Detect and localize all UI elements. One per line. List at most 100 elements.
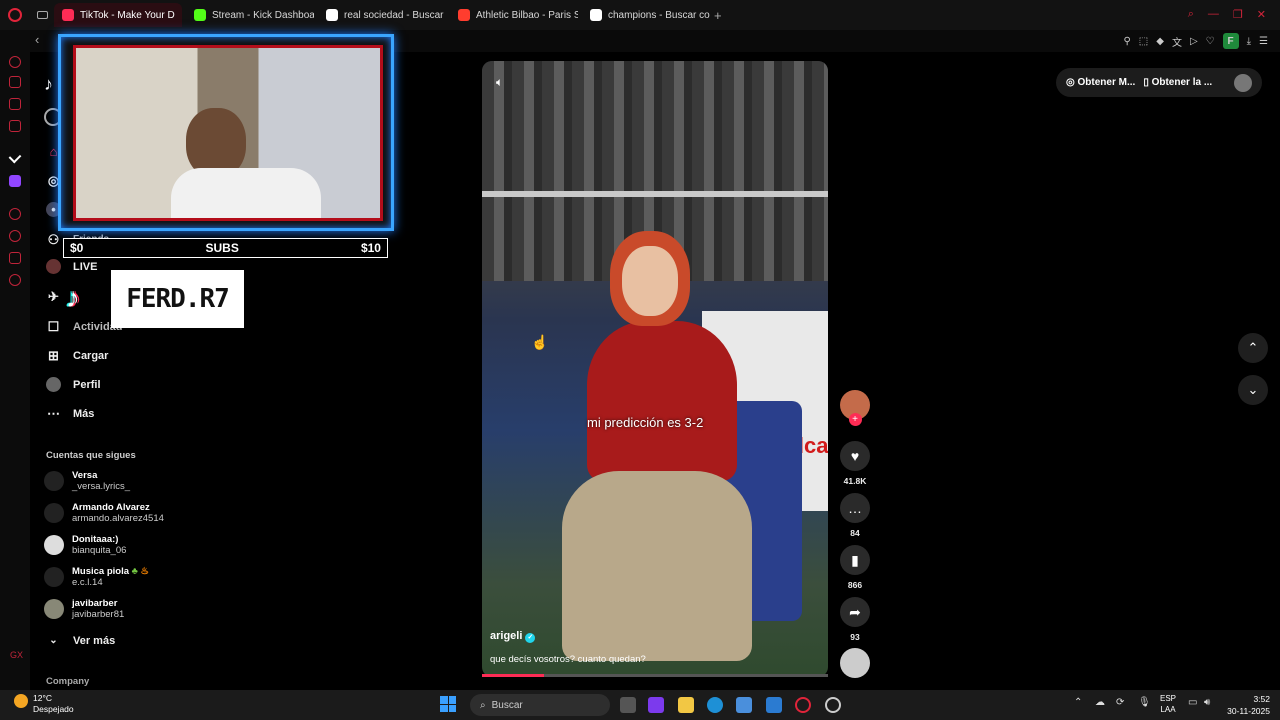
following-handle: bianquita_06 xyxy=(72,545,127,556)
play-icon[interactable]: ▷ xyxy=(1190,36,1198,47)
creator-avatar-button[interactable]: + xyxy=(840,390,870,426)
profile-avatar-f[interactable]: F xyxy=(1222,33,1239,49)
tab-favicon-icon xyxy=(326,9,338,21)
tiktok-app-icon[interactable] xyxy=(8,150,22,164)
save-button[interactable]: ▮ 866 xyxy=(840,545,870,590)
like-button[interactable]: ♥ 41.8K xyxy=(840,441,870,486)
user-avatar[interactable] xyxy=(1234,73,1252,92)
windows-start-icon[interactable] xyxy=(440,696,456,712)
microphone-icon[interactable]: 🎙︎ xyxy=(1138,697,1151,708)
fire-emoji-icon: ♨ xyxy=(140,566,150,577)
streamer-shirt xyxy=(171,168,321,218)
nav-messages[interactable]: ✈ xyxy=(46,289,61,304)
task-view-icon[interactable] xyxy=(620,697,636,713)
shield-icon[interactable]: ◆ xyxy=(1156,36,1164,47)
following-item[interactable]: javibarber javibarber81 xyxy=(44,598,124,620)
tab-favicon-icon xyxy=(62,9,74,21)
search-tabs-icon[interactable]: ⌕ xyxy=(1188,8,1194,21)
store-icon[interactable] xyxy=(736,697,752,713)
onedrive-icon[interactable]: ☁ xyxy=(1095,697,1105,708)
close-window-button[interactable]: ✕ xyxy=(1257,8,1266,21)
aria-icon[interactable] xyxy=(9,56,21,68)
sync-icon[interactable]: ⟳ xyxy=(1116,697,1124,708)
messenger-icon[interactable] xyxy=(9,98,21,110)
following-item[interactable]: Musica piola ♣ ♨ e.c.l.14 xyxy=(44,566,149,588)
download-icon[interactable]: ⤓ xyxy=(1247,36,1251,47)
edge-icon[interactable] xyxy=(707,697,723,713)
following-item[interactable]: Donitaaa:) bianquita_06 xyxy=(44,534,126,556)
video-progress-bar[interactable] xyxy=(482,674,828,677)
volume-icon[interactable]: 🔈︎ xyxy=(496,75,503,90)
get-app-label: Obtener la ... xyxy=(1151,77,1213,88)
tab-favicon-icon xyxy=(590,9,602,21)
browser-tab[interactable]: real sociedad - Buscar co xyxy=(318,3,446,27)
gx-icon[interactable]: GX xyxy=(10,650,23,660)
heart-icon: ♥ xyxy=(840,441,870,471)
app-taskbar-icon[interactable] xyxy=(825,697,841,713)
wallet-icon[interactable] xyxy=(9,76,21,88)
activity-icon: ☐ xyxy=(47,318,60,334)
following-item[interactable]: Versa _versa.lyrics_ xyxy=(44,470,130,492)
taskbar-search[interactable]: ⌕ Buscar xyxy=(470,694,610,716)
twitch-icon[interactable] xyxy=(9,175,21,187)
company-link[interactable]: Company xyxy=(46,676,89,687)
system-clock[interactable]: 3:52 30-11-2025 xyxy=(1222,693,1270,717)
video-player[interactable]: Alca 🔈︎ xyxy=(482,61,828,677)
opera-logo-icon[interactable] xyxy=(0,8,30,22)
tab-label: Athletic Bilbao - Paris Sai xyxy=(476,9,578,21)
see-more-link[interactable]: ⌄ Ver más xyxy=(46,633,115,648)
heart-icon[interactable]: ♡ xyxy=(1206,36,1215,47)
player-icon[interactable] xyxy=(9,208,21,220)
video-author[interactable]: arigeli ✓ xyxy=(490,630,536,643)
back-icon[interactable]: ‹ xyxy=(35,32,39,47)
tray-chevron-up-icon[interactable]: ⌃ xyxy=(1074,697,1082,708)
settings-icon[interactable] xyxy=(9,274,21,286)
translate-icon[interactable]: 文 xyxy=(1172,34,1182,49)
nav-more[interactable]: ⋯ Más xyxy=(46,406,94,421)
railing xyxy=(482,191,828,197)
opera-gx-taskbar-icon[interactable] xyxy=(795,697,811,713)
comment-button[interactable]: … 84 xyxy=(840,493,870,538)
share-button[interactable]: ➦ 93 xyxy=(840,597,870,642)
tab-grid-icon[interactable] xyxy=(30,11,54,19)
language-indicator[interactable]: ESP LAA xyxy=(1160,693,1176,715)
extensions-icon[interactable] xyxy=(9,252,21,264)
history-icon[interactable] xyxy=(9,230,21,242)
verified-icon: ✓ xyxy=(525,633,536,643)
browser-tab[interactable]: Stream - Kick Dashboard xyxy=(186,3,314,27)
previous-video-button[interactable]: ⌃ xyxy=(1238,333,1268,363)
tiktok-logo-icon[interactable]: ♪ xyxy=(44,74,53,95)
mail-icon[interactable] xyxy=(9,120,21,132)
follow-plus-icon[interactable]: + xyxy=(848,413,862,426)
weather-widget[interactable]: 12°C Despejado xyxy=(33,693,74,715)
copilot-icon[interactable] xyxy=(648,697,664,713)
new-tab-button[interactable]: + xyxy=(714,8,722,23)
following-item[interactable]: Armando Alvarez armando.alvarez4514 xyxy=(44,502,164,524)
pin-icon[interactable]: ⚲ xyxy=(1123,36,1130,47)
volume-tray-icon[interactable]: 🔊︎ xyxy=(1204,697,1210,708)
get-app-button[interactable]: ▯ Obtener la ... xyxy=(1143,77,1212,88)
avatar xyxy=(44,567,64,587)
nav-profile[interactable]: Perfil xyxy=(46,377,101,392)
music-disc-button[interactable] xyxy=(840,648,870,678)
file-explorer-icon[interactable] xyxy=(678,697,694,713)
share-icon: ➦ xyxy=(840,597,870,627)
nav-live[interactable]: LIVE xyxy=(46,259,97,274)
nav-upload[interactable]: ⊞ Cargar xyxy=(46,348,108,363)
get-coins-button[interactable]: ◎ Obtener M... xyxy=(1066,77,1135,88)
browser-tab[interactable]: Athletic Bilbao - Paris Sai xyxy=(450,3,578,27)
next-video-button[interactable]: ⌄ xyxy=(1238,375,1268,405)
app-icon[interactable] xyxy=(766,697,782,713)
network-icon[interactable]: ▭ xyxy=(1188,697,1197,708)
more-icon: ⋯ xyxy=(47,405,60,421)
maximize-button[interactable]: ❐ xyxy=(1233,8,1243,21)
snapshot-icon[interactable]: ⬚ xyxy=(1139,36,1148,47)
menu-icon[interactable]: ☰ xyxy=(1259,36,1268,47)
browser-sidebar: GX xyxy=(0,30,30,690)
search-icon: ⌕ xyxy=(480,699,486,711)
browser-tab[interactable]: TikTok - Make Your D xyxy=(54,3,182,27)
browser-tab-bar: TikTok - Make Your D Stream - Kick Dashbo… xyxy=(0,0,1280,30)
video-progress-fill xyxy=(482,674,545,677)
minimize-button[interactable]: — xyxy=(1208,8,1219,21)
browser-tab[interactable]: champions - Buscar con xyxy=(582,3,710,27)
